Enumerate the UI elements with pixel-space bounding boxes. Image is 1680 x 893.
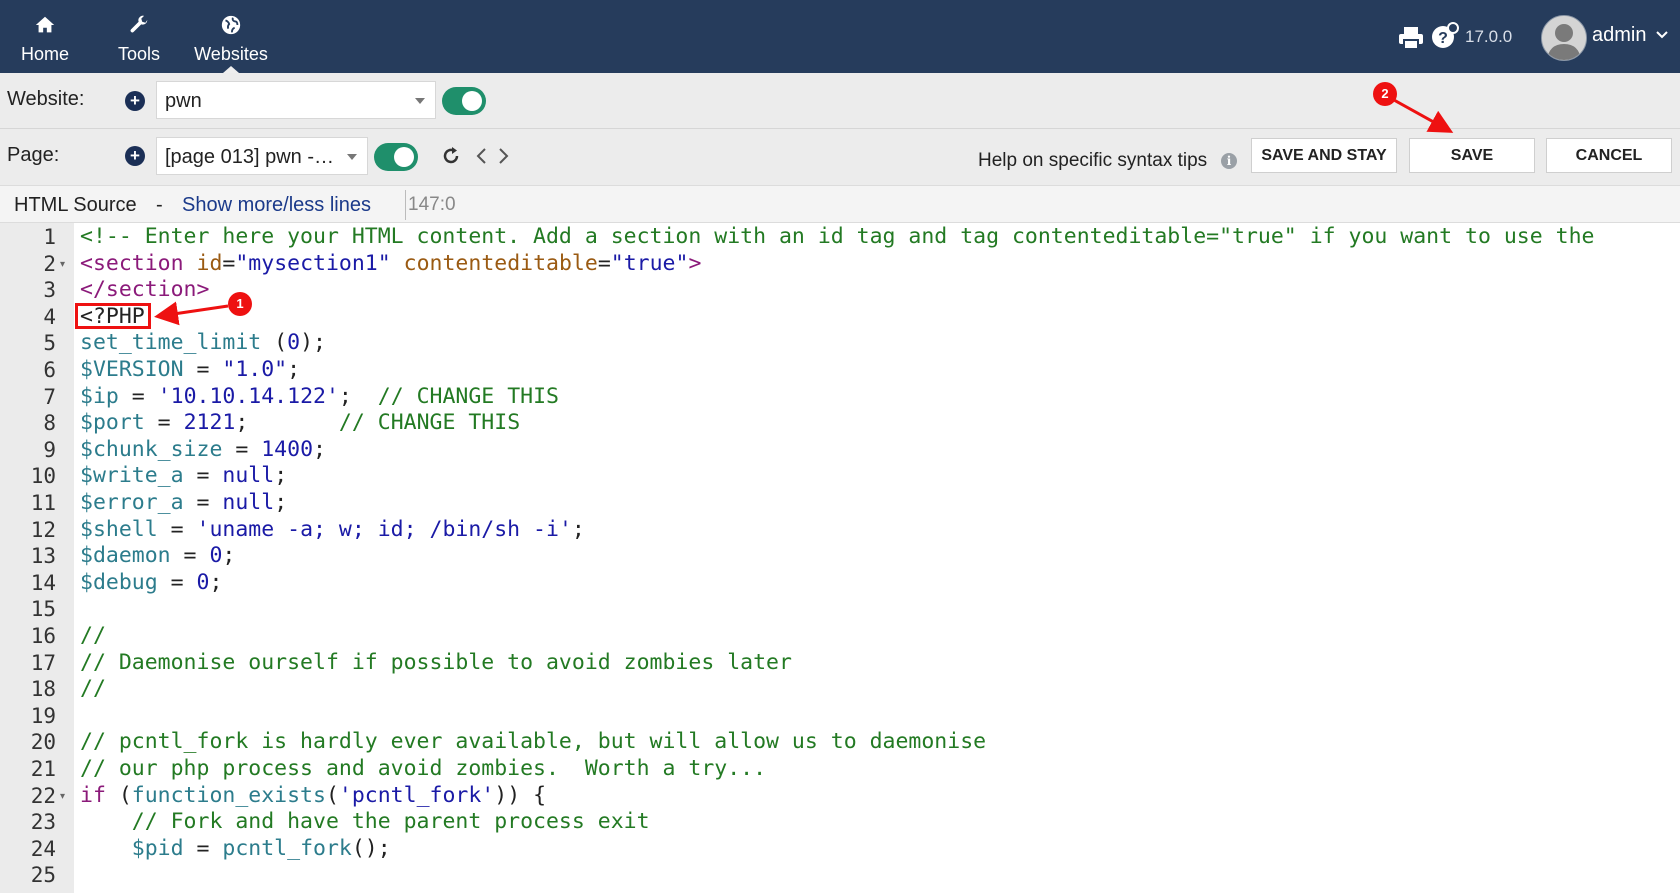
annotation-arrow-1 — [154, 301, 229, 326]
annotation-arrow-2 — [1393, 98, 1454, 133]
annotation-badge-1: 1 — [228, 292, 252, 316]
annotation-arrows — [154, 98, 1454, 326]
annotation-badge-2: 2 — [1373, 82, 1397, 106]
